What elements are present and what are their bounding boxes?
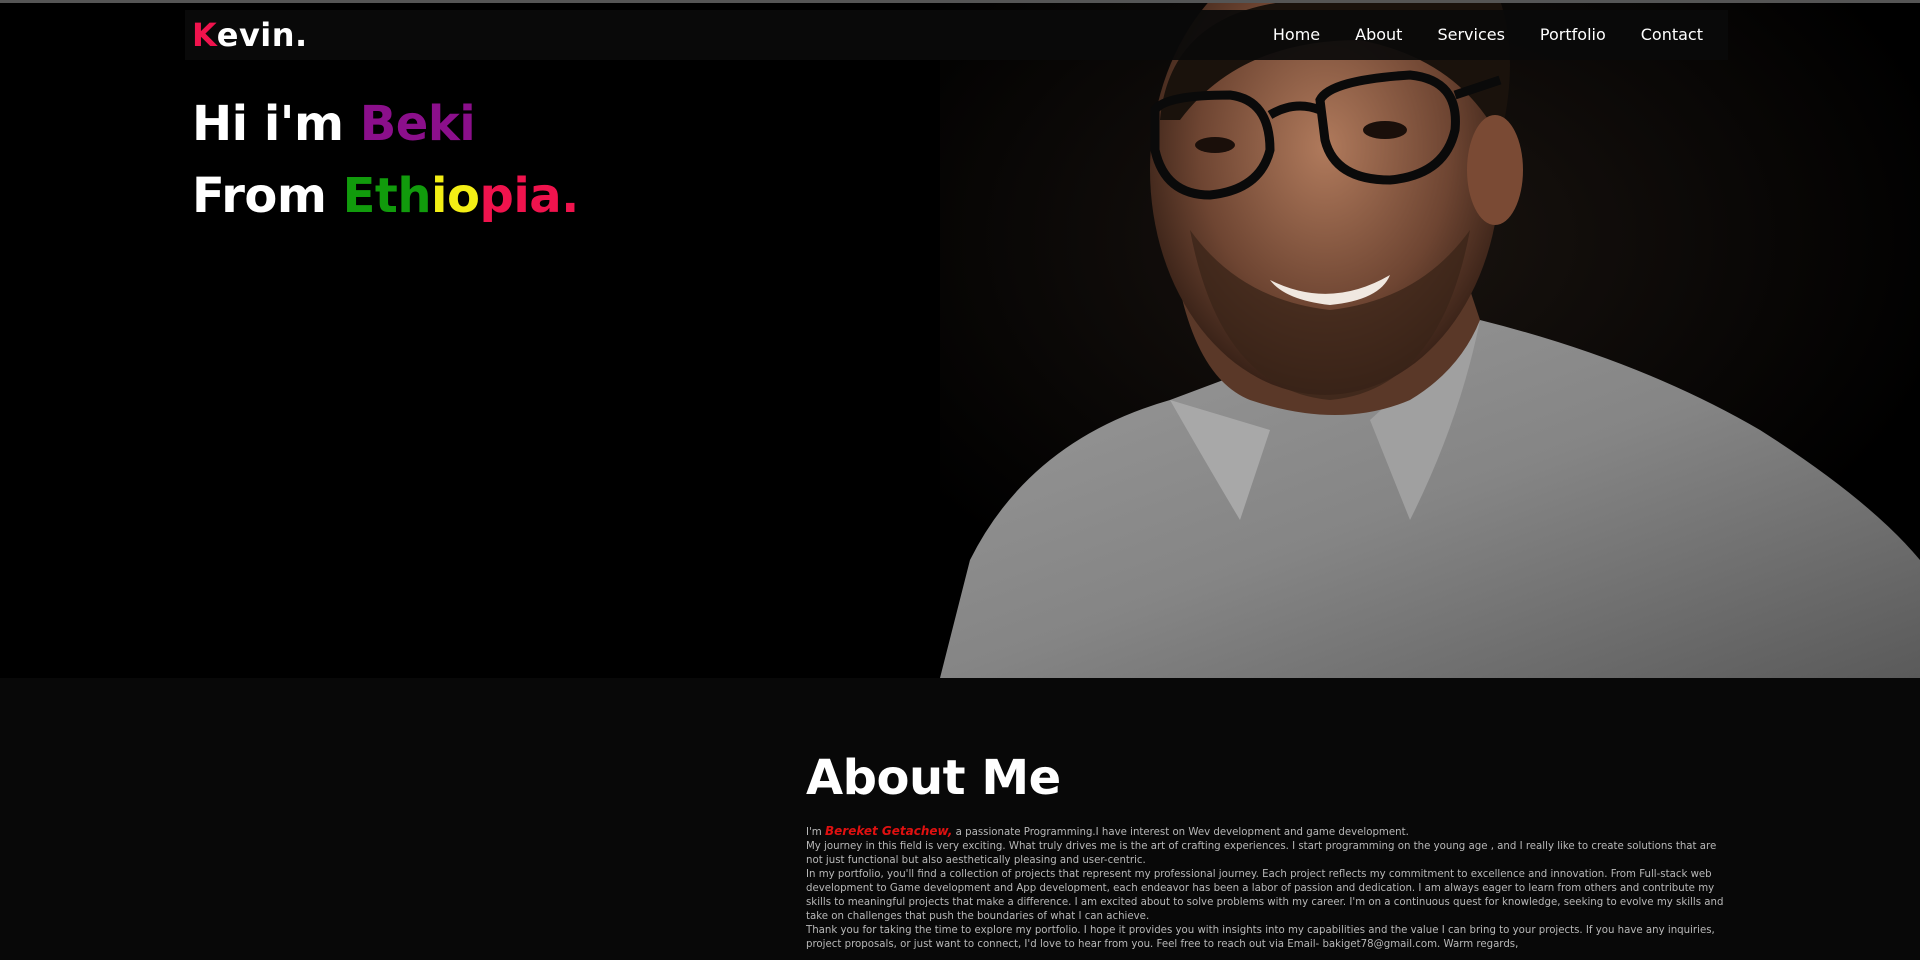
hero-greeting: Hi i'm Beki	[192, 88, 579, 160]
country-part-yellow-2: o	[446, 168, 480, 224]
highlight-name: Bereket Getachew,	[824, 824, 953, 838]
about-section: About Me I'm Bereket Getachew, a passion…	[0, 678, 1920, 960]
country-part-green: Eth	[342, 168, 432, 224]
nav-link-contact[interactable]: Contact	[1641, 25, 1703, 44]
intro-rest: a passionate Programming.I have interest…	[952, 827, 1409, 838]
window-top-border	[0, 0, 1920, 3]
about-paragraph-2: In my portfolio, you'll find a collectio…	[806, 869, 1724, 922]
about-intro: I'm Bereket Getachew, a passionate Progr…	[806, 824, 1726, 840]
hero-section: Kevin. Home About Services Portfolio Con…	[0, 0, 1920, 678]
hero-heading: Hi i'm Beki From Ethiopia.	[192, 88, 579, 232]
about-paragraph-1: My journey in this field is very excitin…	[806, 841, 1717, 866]
nav-link-portfolio[interactable]: Portfolio	[1540, 25, 1606, 44]
nav-link-about[interactable]: About	[1355, 25, 1402, 44]
nav-link-services[interactable]: Services	[1437, 25, 1504, 44]
portrait-photo	[940, 0, 1920, 678]
intro-prefix: I'm	[806, 827, 822, 838]
origin-prefix: From	[192, 168, 327, 224]
logo-text: evin.	[216, 16, 308, 54]
nav-menu: Home About Services Portfolio Contact	[1273, 25, 1703, 44]
about-title: About Me	[806, 750, 1061, 806]
greeting-prefix: Hi i'm	[192, 96, 344, 152]
hero-origin: From Ethiopia.	[192, 160, 579, 232]
greeting-name: Beki	[359, 96, 476, 152]
navbar: Kevin. Home About Services Portfolio Con…	[185, 10, 1728, 60]
site-logo[interactable]: Kevin.	[192, 16, 308, 54]
logo-initial: K	[192, 16, 217, 54]
about-paragraph-3: Thank you for taking the time to explore…	[806, 925, 1715, 950]
country-part-yellow: i	[431, 168, 447, 224]
nav-link-home[interactable]: Home	[1273, 25, 1320, 44]
about-text: I'm Bereket Getachew, a passionate Progr…	[806, 824, 1726, 952]
country-part-red: pia.	[479, 168, 579, 224]
